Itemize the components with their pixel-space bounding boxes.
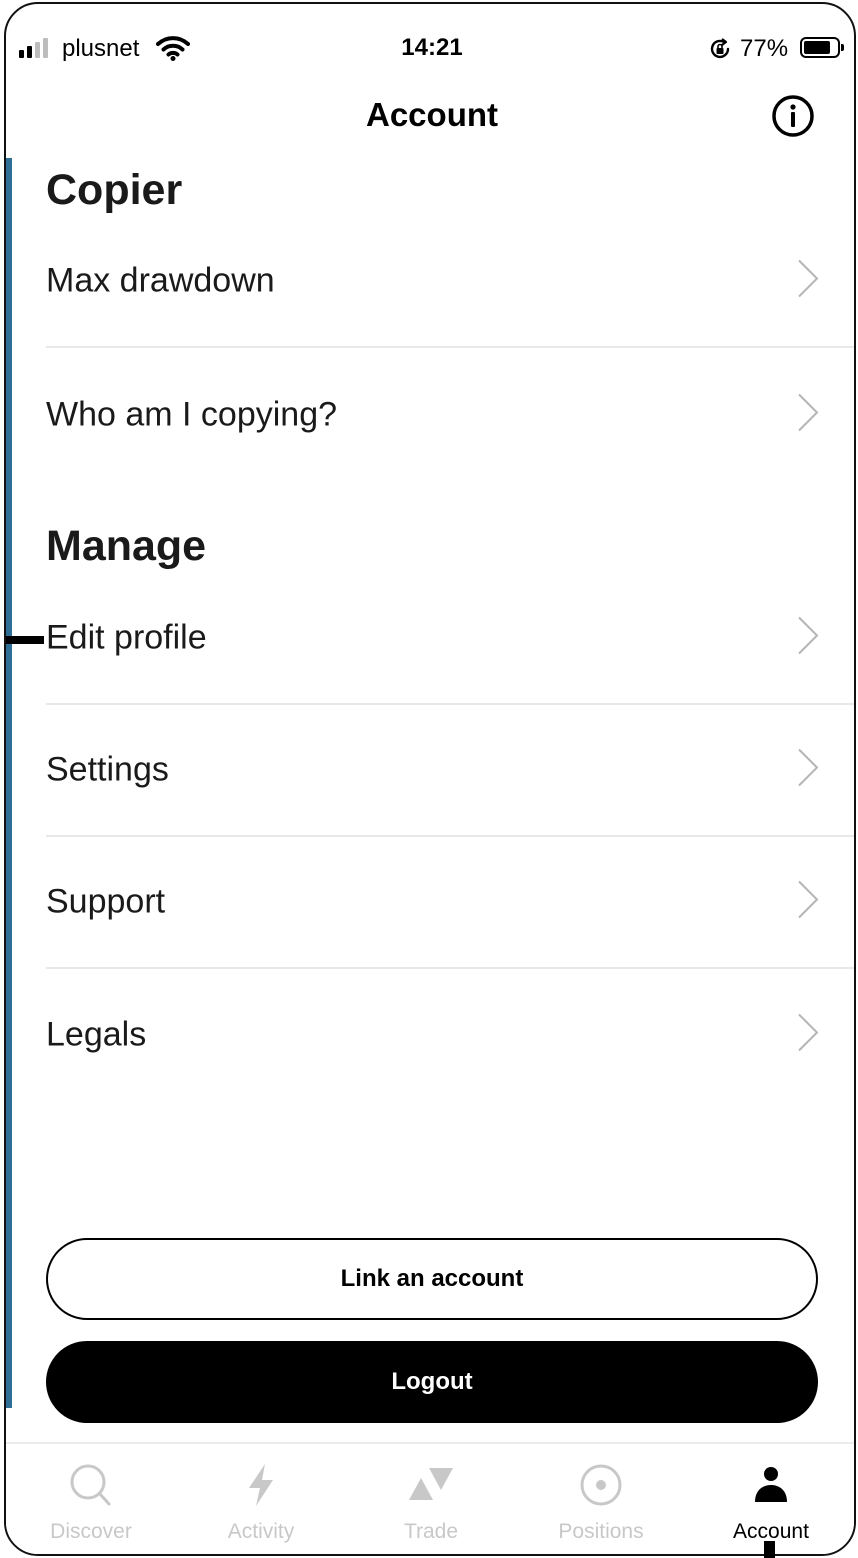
battery-percentage: 77% — [740, 35, 789, 62]
battery-fill — [804, 41, 830, 54]
menu-item-label: Settings — [46, 750, 169, 789]
navigation-bar: Account — [6, 88, 854, 158]
left-marker — [6, 636, 44, 644]
lightning-icon — [245, 1462, 277, 1513]
target-icon — [578, 1462, 624, 1513]
menu-item-label: Legals — [46, 1015, 147, 1054]
page-title: Account — [366, 96, 498, 133]
link-account-button[interactable]: Link an account — [46, 1238, 818, 1320]
menu-item-label: Edit profile — [46, 618, 207, 657]
chevron-right-icon — [796, 879, 820, 926]
info-button[interactable] — [770, 93, 816, 139]
tab-discover[interactable]: Discover — [6, 1444, 176, 1554]
tab-bar: Discover Activity Trade Positions Accoun… — [6, 1442, 854, 1554]
chevron-right-icon — [796, 1012, 820, 1059]
menu-item-settings[interactable]: Settings — [46, 705, 854, 837]
menu-item-support[interactable]: Support — [46, 837, 854, 969]
section-title-copier: Copier — [46, 166, 183, 214]
tab-account[interactable]: Account — [686, 1444, 854, 1554]
menu-item-max-drawdown[interactable]: Max drawdown — [46, 216, 854, 348]
tab-label: Trade — [403, 1520, 459, 1543]
menu-item-legals[interactable]: Legals — [46, 969, 854, 1101]
rotation-lock-icon — [708, 37, 732, 66]
menu-item-label: Support — [46, 882, 166, 921]
bottom-marker — [764, 1541, 775, 1558]
tab-positions[interactable]: Positions — [516, 1444, 686, 1554]
tab-label: Activity — [227, 1520, 295, 1543]
left-accent-bar — [6, 158, 12, 1408]
menu-item-who-am-i-copying[interactable]: Who am I copying? — [46, 349, 854, 481]
person-icon — [751, 1462, 791, 1513]
logout-button[interactable]: Logout — [46, 1341, 818, 1423]
info-circle-icon — [772, 95, 814, 137]
tab-activity[interactable]: Activity — [176, 1444, 346, 1554]
chevron-right-icon — [796, 747, 820, 794]
phone-frame: plusnet 14:21 77% Account Copier Max dra… — [4, 2, 856, 1556]
status-bar: plusnet 14:21 77% — [6, 4, 854, 88]
tab-label: Discover — [50, 1520, 132, 1543]
chevron-right-icon — [796, 392, 820, 439]
tab-label: Positions — [558, 1520, 644, 1543]
section-title-manage: Manage — [46, 522, 207, 570]
tab-trade[interactable]: Trade — [346, 1444, 516, 1554]
menu-item-label: Max drawdown — [46, 261, 275, 300]
menu-item-label: Who am I copying? — [46, 395, 338, 434]
chevron-right-icon — [796, 615, 820, 662]
chevron-right-icon — [796, 258, 820, 305]
menu-item-edit-profile[interactable]: Edit profile — [46, 573, 854, 705]
trade-triangles-icon — [407, 1462, 455, 1513]
search-icon — [69, 1462, 113, 1513]
battery-icon — [800, 37, 844, 58]
